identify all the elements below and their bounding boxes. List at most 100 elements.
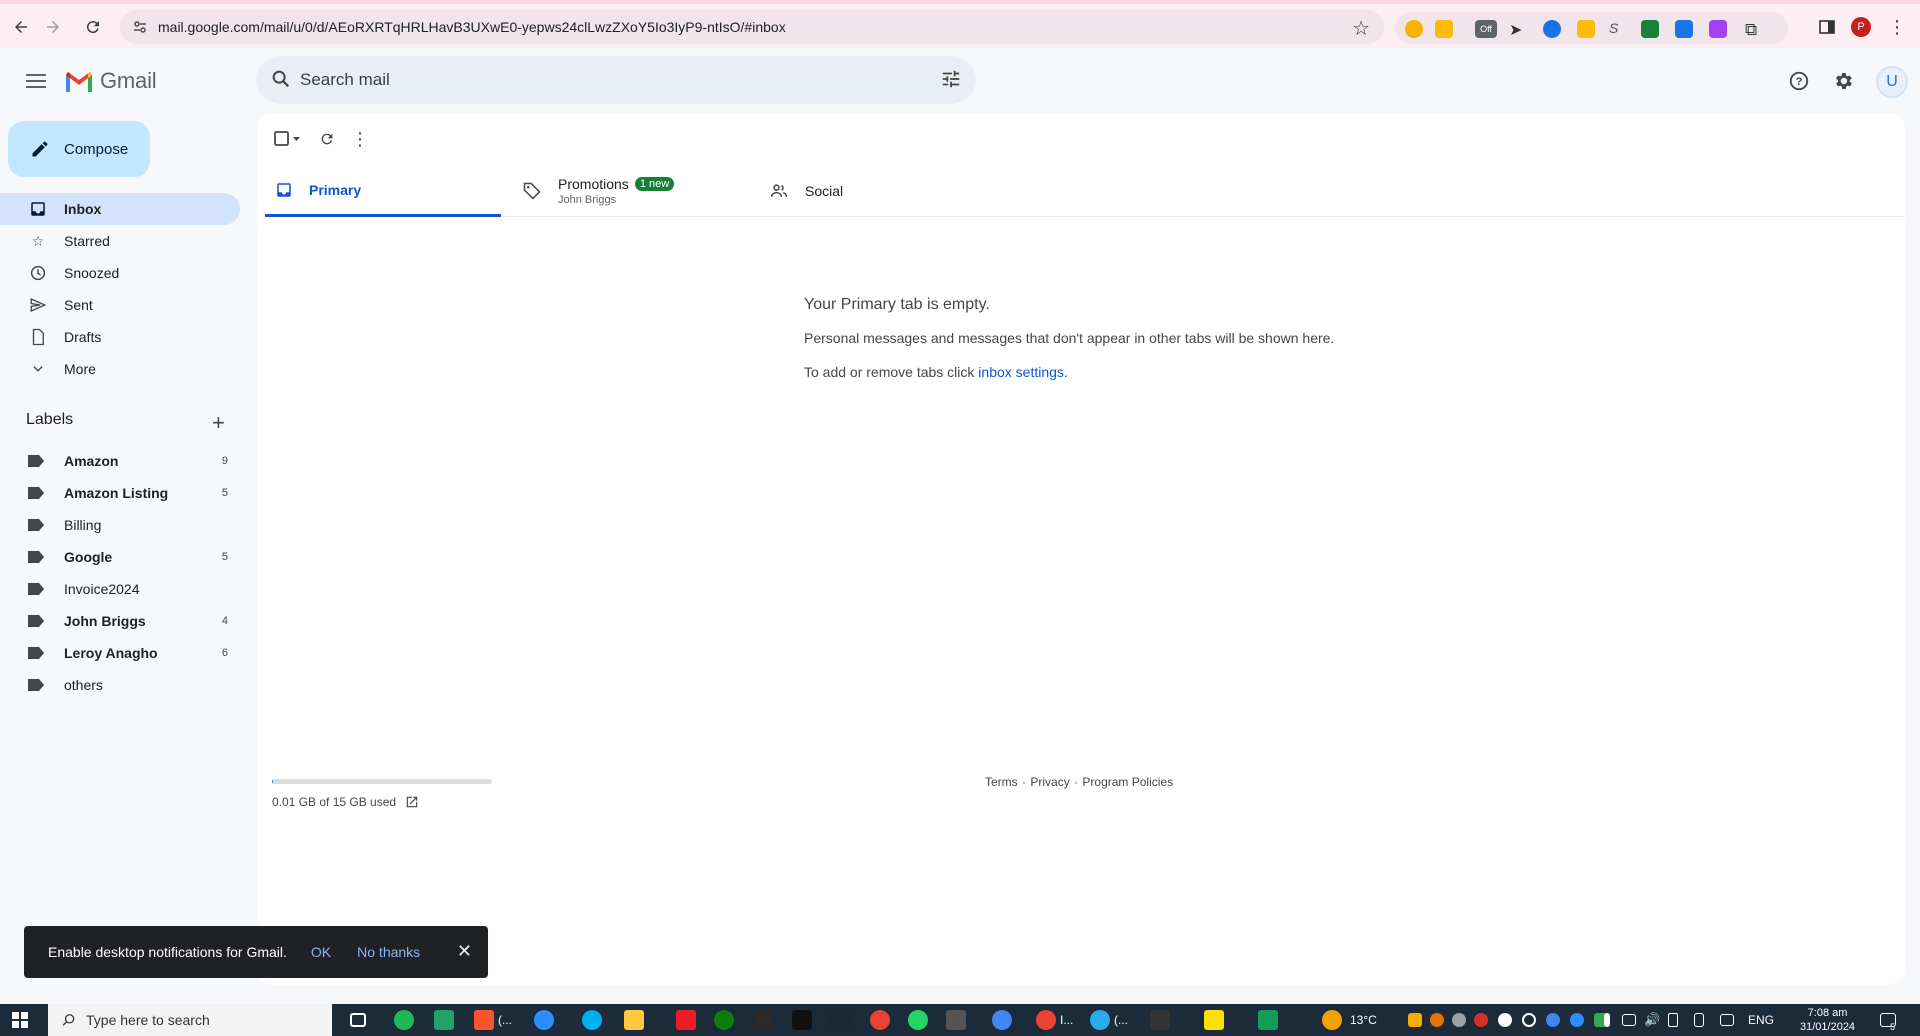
brave-icon[interactable] xyxy=(474,1010,494,1030)
label-item-john-briggs[interactable]: John Briggs 4 xyxy=(0,605,240,637)
chat-app-icon[interactable] xyxy=(434,1010,454,1030)
tray-icon[interactable] xyxy=(1522,1013,1536,1027)
volume-icon[interactable]: 🔊 xyxy=(1644,1004,1660,1036)
program-policies-link[interactable]: Program Policies xyxy=(1082,775,1173,789)
tiktok-icon[interactable] xyxy=(792,1010,812,1030)
extension-icon[interactable] xyxy=(1675,20,1693,38)
profile-avatar[interactable]: P xyxy=(1848,14,1874,40)
tab-promotions[interactable]: Promotions 1 new John Briggs xyxy=(512,165,748,217)
notifications-icon[interactable]: 5 xyxy=(1880,1013,1896,1032)
phone-link-icon[interactable] xyxy=(1694,1013,1704,1027)
chrome-profile-icon[interactable] xyxy=(992,1010,1012,1030)
privacy-link[interactable]: Privacy xyxy=(1030,775,1069,789)
reload-icon[interactable] xyxy=(80,14,106,40)
refresh-icon[interactable] xyxy=(319,125,335,153)
more-options-icon[interactable]: ⋮ xyxy=(351,125,369,153)
search-input[interactable] xyxy=(300,66,880,94)
tray-icon[interactable] xyxy=(1474,1013,1488,1027)
main-menu-icon[interactable] xyxy=(22,70,50,94)
steam-icon[interactable] xyxy=(830,1010,850,1030)
taskbar-search[interactable]: Type here to search xyxy=(48,1004,332,1036)
nav-item-sent[interactable]: Sent xyxy=(0,289,240,321)
tray-icon[interactable] xyxy=(1570,1013,1584,1027)
no-thanks-button[interactable]: No thanks xyxy=(357,944,420,960)
extension-icon[interactable]: Off xyxy=(1475,20,1497,38)
back-icon[interactable] xyxy=(8,14,34,40)
external-link-icon[interactable] xyxy=(405,795,419,809)
windows-start-icon[interactable] xyxy=(12,1012,28,1028)
nav-item-drafts[interactable]: Drafts xyxy=(0,321,240,353)
nav-item-more[interactable]: More xyxy=(0,353,240,385)
tray-icon[interactable] xyxy=(1430,1013,1444,1027)
account-avatar[interactable]: U xyxy=(1876,66,1908,98)
tray-icon[interactable] xyxy=(1452,1013,1466,1027)
label-item-invoice2024[interactable]: Invoice2024 xyxy=(0,573,240,605)
epic-games-icon[interactable] xyxy=(754,1010,774,1030)
settings-gear-icon[interactable] xyxy=(1830,68,1856,94)
xbox-icon[interactable] xyxy=(714,1010,734,1030)
app-icon[interactable] xyxy=(1258,1010,1278,1030)
tray-icon[interactable] xyxy=(1546,1013,1560,1027)
microphone-icon[interactable] xyxy=(1604,1013,1610,1027)
telegram-icon[interactable] xyxy=(1090,1010,1110,1030)
telegram-window-label[interactable]: (... xyxy=(1114,1004,1128,1036)
close-icon[interactable]: ✕ xyxy=(457,941,472,962)
ok-button[interactable]: OK xyxy=(311,944,331,960)
extension-icon[interactable] xyxy=(1641,20,1659,38)
terms-link[interactable]: Terms xyxy=(985,775,1018,789)
extension-icon[interactable] xyxy=(1435,20,1453,38)
label-item-others[interactable]: others xyxy=(0,669,240,701)
label-item-amazon[interactable]: Amazon 9 xyxy=(0,445,240,477)
network-icon[interactable] xyxy=(1722,1014,1734,1026)
brave-window-label[interactable]: (... xyxy=(498,1004,512,1036)
chrome-icon[interactable] xyxy=(870,1010,890,1030)
extension-icon[interactable]: ➤ xyxy=(1509,20,1527,39)
system-clock[interactable]: 7:08 am 31/01/2024 xyxy=(1800,1006,1855,1034)
address-bar[interactable]: mail.google.com/mail/u/0/d/AEoRXRTqHRLHa… xyxy=(120,10,1384,44)
forward-icon[interactable] xyxy=(40,14,66,40)
calculator-icon[interactable] xyxy=(946,1010,966,1030)
puzzle-icon[interactable]: ⧉ xyxy=(1745,20,1763,39)
extension-icon[interactable] xyxy=(1577,20,1595,38)
bookmark-star-icon[interactable]: ☆ xyxy=(1352,16,1370,41)
chrome-active-icon[interactable] xyxy=(1036,1010,1056,1030)
url-text[interactable]: mail.google.com/mail/u/0/d/AEoRXRTqHRLHa… xyxy=(158,19,786,35)
tray-icon[interactable] xyxy=(1408,1013,1422,1027)
zoom-icon[interactable] xyxy=(534,1010,554,1030)
skype-icon[interactable] xyxy=(582,1010,602,1030)
tray-icon[interactable] xyxy=(1498,1013,1512,1027)
menu-dots-icon[interactable]: ⋮ xyxy=(1884,14,1910,40)
label-item-amazon-listing[interactable]: Amazon Listing 5 xyxy=(0,477,240,509)
search-options-icon[interactable] xyxy=(940,68,962,90)
extension-icon[interactable] xyxy=(1405,20,1423,38)
chrome-window-label[interactable]: I... xyxy=(1060,1004,1073,1036)
compose-button[interactable]: Compose xyxy=(8,121,150,177)
display-icon[interactable] xyxy=(1622,1014,1636,1026)
label-item-billing[interactable]: Billing xyxy=(0,509,240,541)
task-view-icon[interactable] xyxy=(350,1013,366,1027)
nav-item-starred[interactable]: ☆ Starred xyxy=(0,225,240,257)
spotify-icon[interactable] xyxy=(394,1010,414,1030)
search-icon[interactable] xyxy=(270,68,292,90)
extension-icon[interactable] xyxy=(1543,20,1561,38)
language-indicator[interactable]: ENG xyxy=(1748,1004,1774,1036)
search-box[interactable] xyxy=(256,56,976,104)
weather-icon[interactable] xyxy=(1322,1010,1342,1030)
help-icon[interactable]: ? xyxy=(1786,68,1812,94)
gmail-logo[interactable]: Gmail xyxy=(64,68,157,94)
whatsapp-icon[interactable] xyxy=(908,1010,928,1030)
site-info-icon[interactable] xyxy=(132,19,148,35)
file-explorer-icon[interactable] xyxy=(624,1010,644,1030)
tab-primary[interactable]: Primary xyxy=(265,165,501,217)
add-label-icon[interactable]: + xyxy=(212,410,225,436)
inbox-settings-link[interactable]: inbox settings xyxy=(978,364,1064,380)
label-item-leroy-anagho[interactable]: Leroy Anagho 6 xyxy=(0,637,240,669)
amd-icon[interactable] xyxy=(676,1010,696,1030)
weather-temperature[interactable]: 13°C xyxy=(1350,1004,1377,1036)
nav-item-snoozed[interactable]: Snoozed xyxy=(0,257,240,289)
tab-social[interactable]: Social xyxy=(759,165,995,217)
battery-icon[interactable] xyxy=(1668,1013,1678,1027)
select-checkbox[interactable] xyxy=(273,125,303,153)
nav-item-inbox[interactable]: Inbox xyxy=(0,193,240,225)
app-icon[interactable] xyxy=(1150,1010,1170,1030)
